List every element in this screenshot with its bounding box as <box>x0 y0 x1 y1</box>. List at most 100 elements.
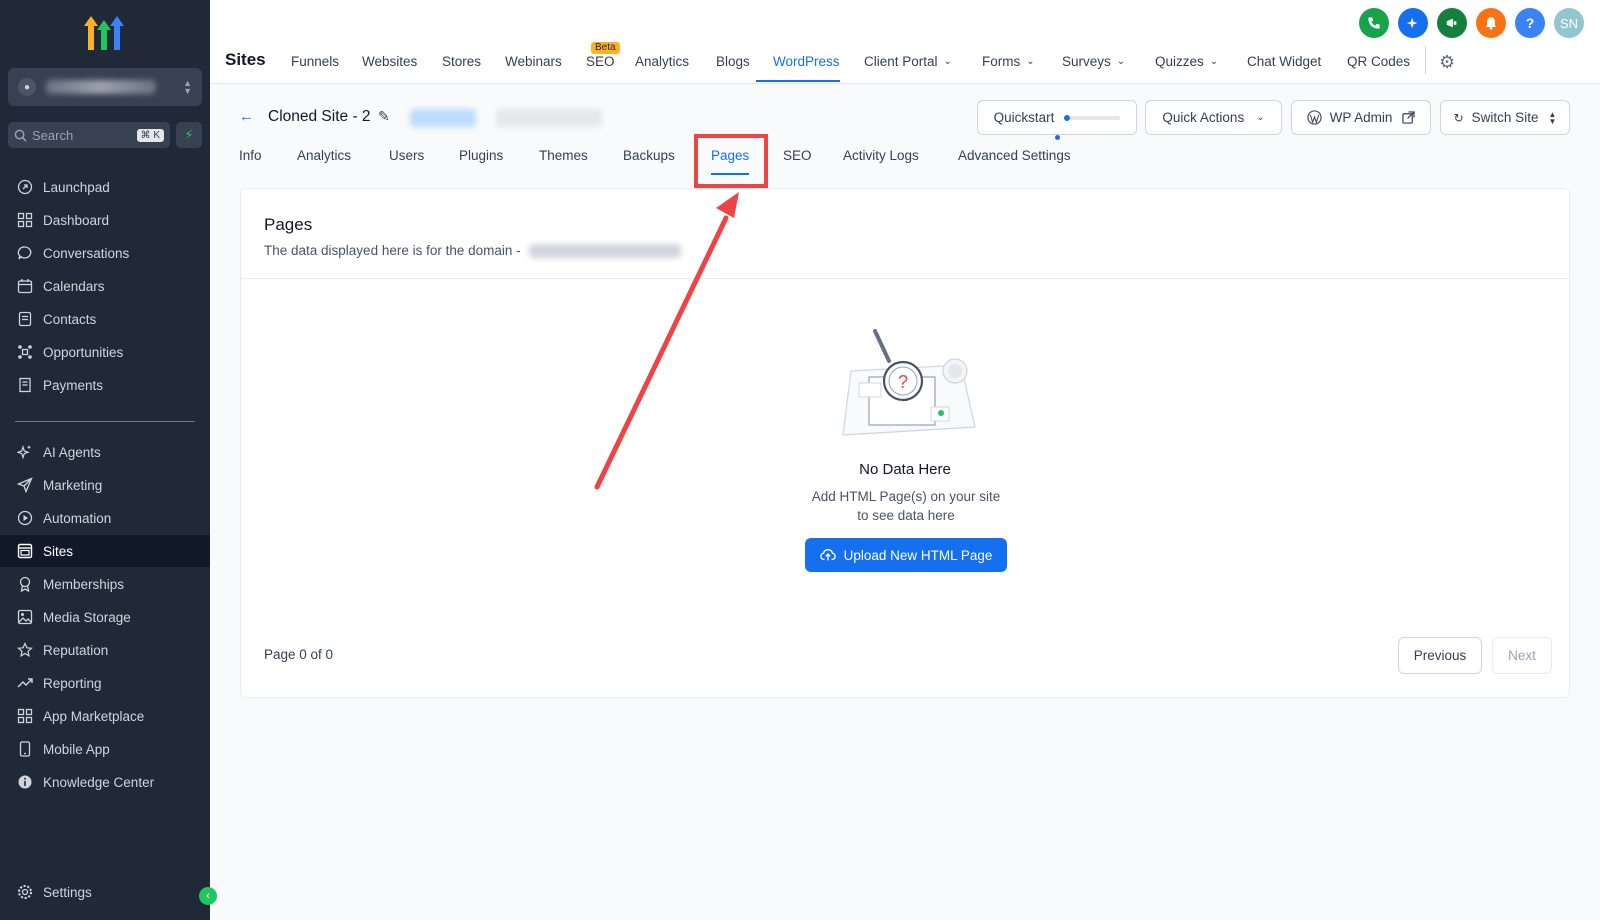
subtab-info[interactable]: Info <box>239 148 262 163</box>
user-initials: SN <box>1559 15 1579 31</box>
empty-state-magnifier-icon: ? <box>842 329 976 436</box>
sidebar-divider <box>15 421 195 422</box>
subtab-users[interactable]: Users <box>389 148 424 163</box>
tab-client-portal[interactable]: Client Portal ⌄ <box>864 54 952 69</box>
tab-label: SEO <box>586 54 615 69</box>
upload-html-page-button[interactable]: Upload New HTML Page <box>805 538 1007 572</box>
sidebar-item-conversations[interactable]: Conversations <box>0 237 210 269</box>
subtab-activity-logs[interactable]: Activity Logs <box>843 148 919 163</box>
tab-forms[interactable]: Forms ⌄ <box>982 54 1035 69</box>
chevron-updown-icon: ▲ ▼ <box>183 78 192 96</box>
switch-site-button[interactable]: ↻ Switch Site ▲ ▼ <box>1440 100 1570 135</box>
back-arrow-icon[interactable]: ← <box>239 108 254 125</box>
chat-bubble-icon <box>16 244 34 262</box>
sidebar-item-launchpad[interactable]: Launchpad <box>0 171 210 203</box>
sidebar-item-media-storage[interactable]: Media Storage <box>0 601 210 633</box>
account-switcher[interactable]: ● ▲ ▼ <box>8 68 202 106</box>
subtab-backups[interactable]: Backups <box>623 148 675 163</box>
gear-icon <box>16 883 34 901</box>
sidebar-item-label: Mobile App <box>43 741 110 757</box>
bell-icon[interactable] <box>1476 8 1506 38</box>
automation-icon <box>16 509 34 527</box>
pages-card-title: Pages <box>264 215 313 234</box>
tab-funnels[interactable]: Funnels <box>291 54 339 69</box>
chevron-down-icon: ⌄ <box>1256 112 1265 123</box>
switch-arrows-icon: ↻ <box>1453 110 1464 125</box>
subtab-themes[interactable]: Themes <box>539 148 588 163</box>
beta-badge: Beta <box>591 42 620 54</box>
tab-webinars[interactable]: Webinars <box>505 54 562 69</box>
sidebar-item-dashboard[interactable]: Dashboard <box>0 204 210 236</box>
tab-surveys[interactable]: Surveys ⌄ <box>1062 54 1125 69</box>
sidebar-item-sites[interactable]: Sites <box>0 535 210 567</box>
ai-sparkle-icon[interactable] <box>1398 8 1428 38</box>
tab-wordpress[interactable]: WordPress <box>773 54 840 69</box>
sidebar-item-ai-agents[interactable]: AI Agents <box>0 436 210 468</box>
logo-icon[interactable] <box>84 14 124 52</box>
domain-value-blurred <box>528 243 681 258</box>
subtab-advanced-settings[interactable]: Advanced Settings <box>958 148 1071 163</box>
upload-label: Upload New HTML Page <box>843 547 993 563</box>
sidebar-item-label: Automation <box>43 510 112 526</box>
search-input[interactable]: Search ⌘ K <box>8 122 170 148</box>
sidebar-item-automation[interactable]: Automation <box>0 502 210 534</box>
search-shortcut: ⌘ K <box>136 128 164 142</box>
tab-websites[interactable]: Websites <box>362 54 417 69</box>
sidebar-item-settings[interactable]: Settings <box>0 876 210 908</box>
tab-seo[interactable]: SEO <box>586 54 615 69</box>
subtab-analytics[interactable]: Analytics <box>297 148 351 163</box>
empty-state-description: Add HTML Page(s) on your site to see dat… <box>811 489 1001 523</box>
sidebar-item-opportunities[interactable]: Opportunities <box>0 336 210 368</box>
sidebar-item-label: Payments <box>43 377 104 393</box>
subtab-plugins[interactable]: Plugins <box>459 148 503 163</box>
gear-icon[interactable]: ⚙ <box>1439 52 1455 73</box>
sidebar: ● ▲ ▼ Search ⌘ K ⚡ Launchpad Dashboard Co… <box>0 0 210 920</box>
next-button[interactable]: Next <box>1492 637 1552 674</box>
grid-icon <box>16 211 34 229</box>
quickstart-button[interactable]: Quickstart <box>977 100 1137 135</box>
sidebar-item-contacts[interactable]: Contacts <box>0 303 210 335</box>
collapse-sidebar-chevron-left-icon[interactable]: ‹ <box>199 887 217 905</box>
sidebar-item-memberships[interactable]: Memberships <box>0 568 210 600</box>
wp-admin-button[interactable]: WP Admin <box>1291 100 1431 135</box>
sidebar-item-reputation[interactable]: Reputation <box>0 634 210 666</box>
sidebar-item-mobile-app[interactable]: Mobile App <box>0 733 210 765</box>
site-status-chip-blurred <box>410 109 476 127</box>
domain-label: The data displayed here is for the domai… <box>264 243 521 258</box>
help-icon[interactable]: ? <box>1515 8 1545 38</box>
sidebar-item-label: Knowledge Center <box>43 774 155 790</box>
previous-button[interactable]: Previous <box>1398 637 1482 674</box>
chevron-down-icon: ⌄ <box>1116 56 1126 67</box>
sidebar-item-label: Reporting <box>43 675 102 691</box>
tab-chat-widget[interactable]: Chat Widget <box>1247 54 1321 69</box>
tab-quizzes[interactable]: Quizzes ⌄ <box>1155 54 1218 69</box>
tab-qr-codes[interactable]: QR Codes <box>1347 54 1410 69</box>
tab-stores[interactable]: Stores <box>442 54 481 69</box>
subtab-seo[interactable]: SEO <box>783 148 812 163</box>
help-label: ? <box>1525 15 1535 31</box>
sidebar-item-payments[interactable]: Payments <box>0 369 210 401</box>
rocket-icon <box>16 178 34 196</box>
phone-call-icon[interactable] <box>1359 8 1389 38</box>
sidebar-item-knowledge-center[interactable]: Knowledge Center <box>0 766 210 798</box>
avatar[interactable]: SN <box>1554 8 1584 38</box>
tab-label: Client Portal <box>864 54 938 69</box>
sidebar-item-reporting[interactable]: Reporting <box>0 667 210 699</box>
pages-card-subtitle: The data displayed here is for the domai… <box>264 243 681 258</box>
tab-blogs[interactable]: Blogs <box>716 54 750 69</box>
megaphone-icon[interactable] <box>1437 8 1467 38</box>
phone-icon <box>16 740 34 758</box>
site-title: Cloned Site - 2 <box>268 108 371 125</box>
edit-pencil-icon[interactable]: ✎ <box>378 108 390 125</box>
sidebar-item-marketing[interactable]: Marketing <box>0 469 210 501</box>
tab-label: Forms <box>982 54 1021 69</box>
tab-label: Websites <box>362 54 418 69</box>
quick-actions-button[interactable]: Quick Actions ⌄ <box>1145 100 1282 135</box>
sites-icon <box>16 542 34 560</box>
sidebar-item-app-marketplace[interactable]: App Marketplace <box>0 700 210 732</box>
tab-analytics[interactable]: Analytics <box>635 54 689 69</box>
search-icon <box>14 129 27 142</box>
quick-action-bolt-icon[interactable]: ⚡ <box>176 122 202 148</box>
quickstart-label: Quickstart <box>993 110 1055 125</box>
sidebar-item-calendars[interactable]: Calendars <box>0 270 210 302</box>
